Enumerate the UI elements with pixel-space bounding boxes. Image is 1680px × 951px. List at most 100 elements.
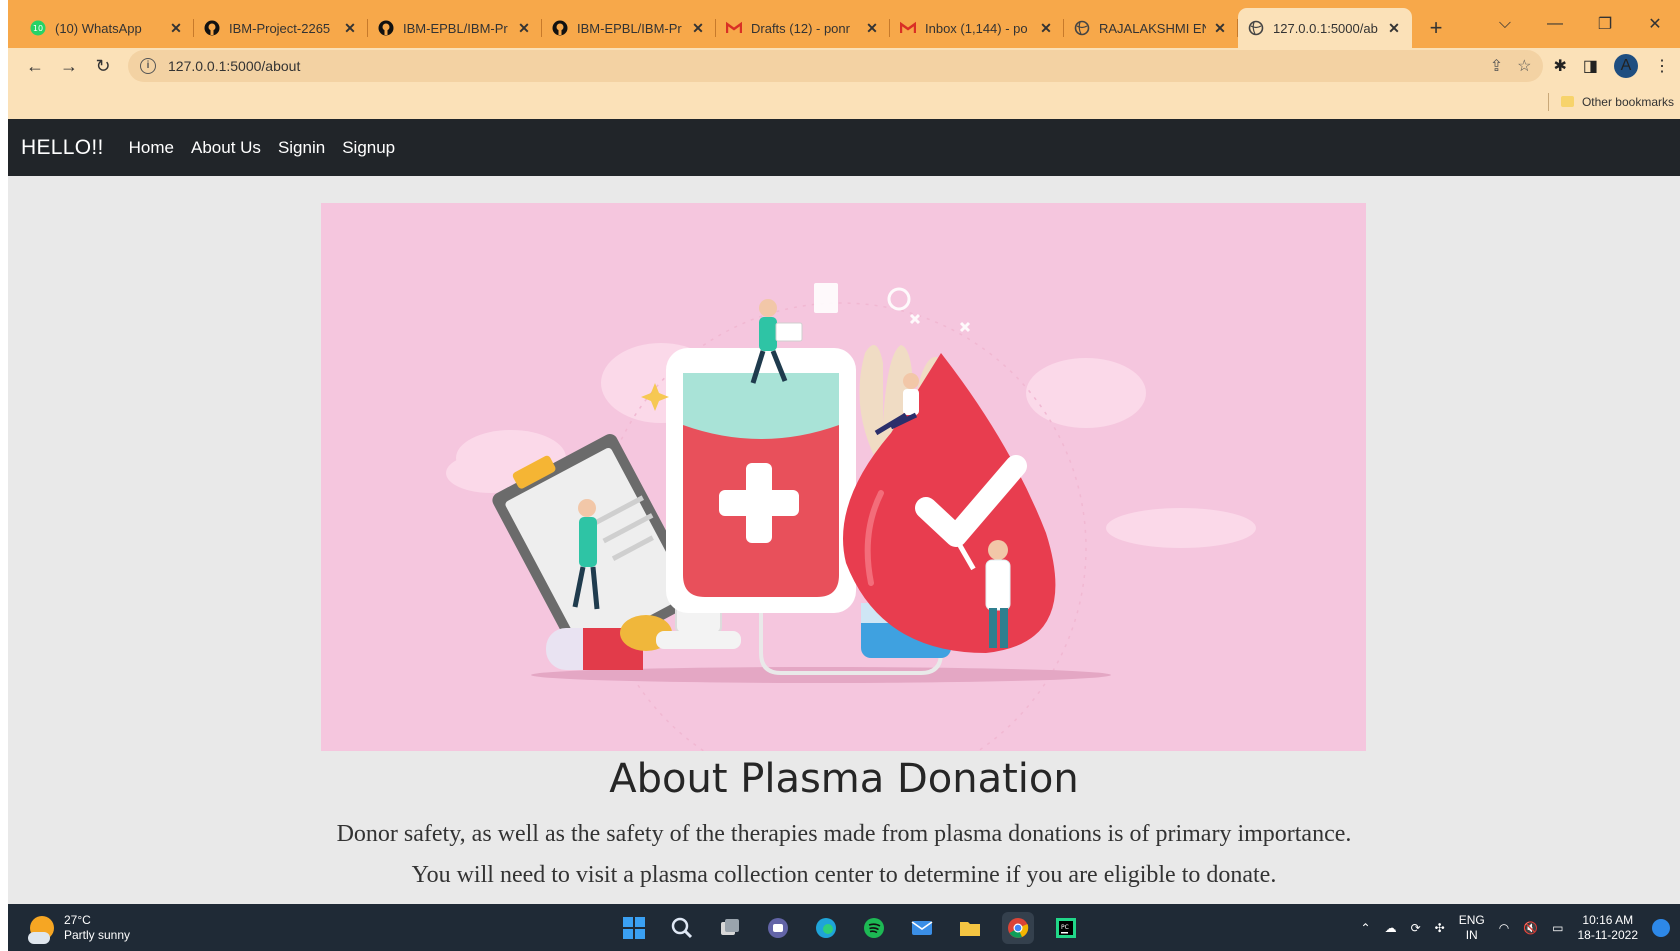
weather-temperature: 27°C — [64, 912, 91, 927]
about-paragraph-line-2: You will need to visit a plasma collecti… — [411, 862, 1277, 888]
file-explorer-icon[interactable] — [954, 912, 986, 944]
close-icon[interactable]: ✕ — [1038, 20, 1054, 37]
browser-tab[interactable]: RAJALAKSHMI EN ✕ — [1064, 8, 1238, 48]
wifi-icon[interactable]: ◠ — [1499, 921, 1509, 935]
close-icon[interactable]: ✕ — [516, 20, 532, 37]
browser-tab[interactable]: Drafts (12) - ponr ✕ — [716, 8, 890, 48]
tab-title: 127.0.0.1:5000/ab — [1273, 20, 1378, 36]
tab-title: IBM-EPBL/IBM-Pr — [577, 20, 682, 36]
mail-icon[interactable] — [906, 912, 938, 944]
github-icon — [552, 20, 568, 36]
close-window-icon[interactable]: ✕ — [1630, 14, 1680, 34]
other-bookmarks[interactable]: Other bookmarks — [1582, 95, 1674, 109]
back-icon[interactable]: ← — [18, 51, 52, 81]
nav-signup[interactable]: Signup — [342, 138, 395, 158]
svg-text:PC: PC — [1061, 924, 1069, 931]
close-icon[interactable]: ✕ — [1212, 20, 1228, 37]
edge-icon[interactable] — [810, 912, 842, 944]
windows-start-icon[interactable] — [618, 912, 650, 944]
tab-title: IBM-EPBL/IBM-Pr — [403, 20, 508, 36]
tab-strip: 10 (10) WhatsApp ✕ IBM-Project-2265 ✕ IB… — [8, 0, 1680, 48]
clock-date: 18-11-2022 — [1577, 927, 1639, 942]
svg-text:10: 10 — [33, 24, 43, 33]
browser-tab[interactable]: IBM-Project-2265 ✕ — [194, 8, 368, 48]
profile-avatar[interactable]: A — [1614, 54, 1638, 78]
site-navbar: HELLO!! Home About Us Signin Signup — [8, 119, 1680, 176]
notification-icon[interactable] — [1652, 918, 1670, 937]
spotify-icon[interactable] — [858, 912, 890, 944]
teams-chat-icon[interactable] — [762, 912, 794, 944]
taskbar-apps: PC — [618, 904, 1082, 951]
restore-icon[interactable]: ❐ — [1580, 14, 1630, 34]
onedrive-icon[interactable]: ☁ — [1385, 921, 1397, 935]
extensions-icon[interactable]: ✱ — [1553, 56, 1566, 76]
weather-condition: Partly sunny — [64, 927, 131, 942]
minimize-icon[interactable]: — — [1530, 15, 1580, 33]
tab-title: RAJALAKSHMI EN — [1099, 20, 1206, 36]
browser-tab[interactable]: IBM-EPBL/IBM-Pr ✕ — [368, 8, 542, 48]
side-panel-icon[interactable]: ◨ — [1583, 56, 1598, 76]
bookmarks-bar: Other bookmarks — [8, 84, 1680, 119]
bookmarks-separator — [1547, 92, 1549, 111]
sync-icon[interactable]: ⟳ — [1411, 921, 1421, 935]
close-icon[interactable]: ✕ — [690, 20, 706, 37]
region-code: IN — [1465, 927, 1478, 942]
tab-title: IBM-Project-2265 — [229, 20, 331, 36]
info-icon[interactable]: i — [140, 58, 156, 74]
chevron-up-icon[interactable]: ⌃ — [1361, 921, 1371, 935]
windows-taskbar: 27°C Partly sunny PC ⌃ ☁ ⟳ ✣ ENG IN ◠ 🔇 … — [8, 904, 1680, 951]
address-url[interactable]: 127.0.0.1:5000/about — [168, 58, 1490, 74]
address-bar[interactable]: i 127.0.0.1:5000/about ⇪ ☆ — [128, 50, 1544, 82]
screen: 10 (10) WhatsApp ✕ IBM-Project-2265 ✕ IB… — [0, 0, 1680, 951]
browser-chrome: 10 (10) WhatsApp ✕ IBM-Project-2265 ✕ IB… — [8, 0, 1680, 119]
nav-signin[interactable]: Signin — [278, 138, 325, 158]
close-icon[interactable]: ✕ — [1386, 20, 1402, 37]
nav-home[interactable]: Home — [129, 138, 174, 158]
site-brand[interactable]: HELLO!! — [21, 136, 104, 160]
gmail-icon — [900, 20, 916, 36]
language-code: ENG — [1458, 912, 1485, 927]
about-paragraph-line-1: Donor safety, as well as the safety of t… — [336, 821, 1352, 847]
close-icon[interactable]: ✕ — [864, 20, 880, 37]
browser-tab-active[interactable]: 127.0.0.1:5000/ab ✕ — [1238, 8, 1412, 48]
forward-icon[interactable]: → — [52, 51, 86, 81]
browser-tab[interactable]: Inbox (1,144) - po ✕ — [890, 8, 1064, 48]
browser-toolbar: ← → ↻ i 127.0.0.1:5000/about ⇪ ☆ ✱ ◨ A ⋮ — [8, 48, 1680, 84]
tab-title: (10) WhatsApp — [55, 20, 142, 36]
app-tray-icon[interactable]: ✣ — [1435, 921, 1445, 935]
window-controls: ⌵ — ❐ ✕ — [1480, 0, 1680, 48]
close-icon[interactable]: ✕ — [342, 20, 358, 37]
star-icon[interactable]: ☆ — [1517, 56, 1531, 76]
partly-sunny-icon — [28, 915, 54, 944]
close-icon[interactable]: ✕ — [168, 20, 184, 37]
share-icon[interactable]: ⇪ — [1490, 56, 1503, 76]
tab-title: Drafts (12) - ponr — [751, 20, 850, 36]
system-tray: ⌃ ☁ ⟳ ✣ ENG IN ◠ 🔇 ▭ 10:16 AM 18-11-2022 — [1361, 904, 1670, 951]
chrome-icon[interactable] — [1002, 911, 1034, 944]
nav-about-us[interactable]: About Us — [191, 138, 261, 158]
reload-icon[interactable]: ↻ — [86, 51, 120, 81]
search-icon[interactable] — [666, 912, 698, 944]
volume-muted-icon[interactable]: 🔇 — [1523, 921, 1538, 935]
gmail-icon — [726, 20, 742, 36]
menu-icon[interactable]: ⋮ — [1654, 56, 1670, 76]
task-view-icon[interactable] — [714, 912, 746, 944]
chevron-down-icon[interactable]: ⌵ — [1480, 15, 1530, 33]
weather-widget[interactable]: 27°C Partly sunny — [8, 912, 208, 944]
github-icon — [378, 20, 394, 36]
new-tab-icon[interactable]: + — [1418, 8, 1454, 48]
taskbar-clock[interactable]: 10:16 AM 18-11-2022 — [1578, 913, 1639, 943]
page-viewport: HELLO!! Home About Us Signin Signup Abou… — [8, 119, 1680, 904]
battery-icon[interactable]: ▭ — [1552, 921, 1563, 935]
clock-time: 10:16 AM — [1582, 912, 1634, 927]
pycharm-icon[interactable]: PC — [1050, 912, 1082, 944]
tab-title: Inbox (1,144) - po — [925, 20, 1028, 36]
browser-tab[interactable]: IBM-EPBL/IBM-Pr ✕ — [542, 8, 716, 48]
language-indicator[interactable]: ENG IN — [1459, 913, 1485, 943]
illustration-svg — [446, 283, 1256, 751]
github-icon — [204, 20, 220, 36]
globe-icon — [1248, 20, 1264, 36]
browser-tab[interactable]: 10 (10) WhatsApp ✕ — [20, 8, 194, 48]
whatsapp-icon: 10 — [30, 20, 46, 36]
page-title: About Plasma Donation — [609, 756, 1079, 802]
